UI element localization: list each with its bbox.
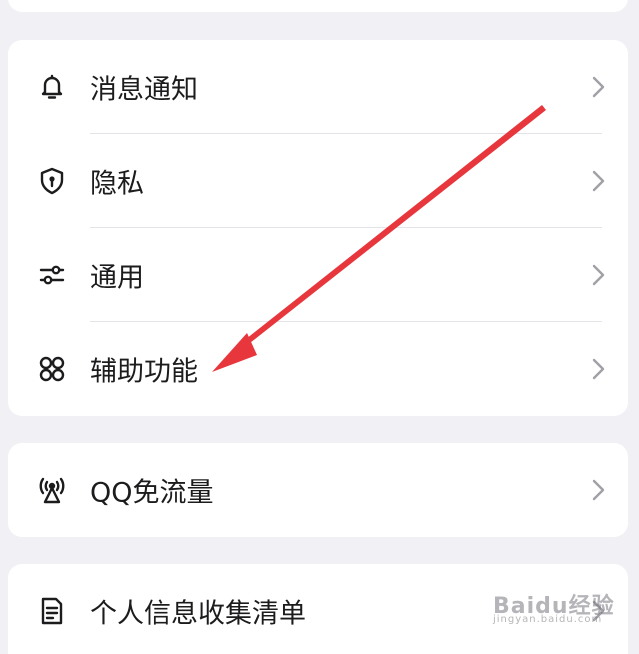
chevron-right-icon [590, 75, 606, 99]
signal-tower-icon [36, 474, 68, 506]
chevron-right-icon [590, 169, 606, 193]
settings-page: 消息通知 隐私 通用 辅助功能 QQ免流量 个人信息收集清单 Baidu经验 j… [0, 0, 639, 654]
settings-item-label: 通用 [90, 262, 144, 294]
sliders-icon [36, 259, 68, 291]
settings-item-label: 消息通知 [90, 74, 198, 106]
settings-item-label: 个人信息收集清单 [90, 598, 306, 630]
chevron-right-icon [590, 357, 606, 381]
watermark-url: jingyan.baidu.com [493, 614, 603, 625]
baidu-watermark-logo: Baidu经验 jingyan.baidu.com [493, 588, 614, 632]
chevron-right-icon [590, 478, 606, 502]
shield-lock-icon [36, 165, 68, 197]
settings-item-notifications[interactable]: 消息通知 [8, 40, 628, 134]
bell-icon [36, 71, 68, 103]
settings-item-privacy[interactable]: 隐私 [8, 134, 628, 228]
settings-item-label: QQ免流量 [90, 477, 214, 509]
settings-card-top-partial [8, 0, 628, 12]
grid-apps-icon [36, 353, 68, 385]
settings-item-accessibility[interactable]: 辅助功能 [8, 322, 628, 416]
settings-item-general[interactable]: 通用 [8, 228, 628, 322]
settings-item-label: 辅助功能 [90, 356, 198, 388]
settings-card-data: QQ免流量 [8, 443, 628, 537]
chevron-right-icon [590, 263, 606, 287]
settings-item-qq-free-data[interactable]: QQ免流量 [8, 443, 628, 537]
settings-item-label: 隐私 [90, 168, 144, 200]
document-icon [36, 595, 68, 627]
settings-card-main: 消息通知 隐私 通用 辅助功能 [8, 40, 628, 416]
